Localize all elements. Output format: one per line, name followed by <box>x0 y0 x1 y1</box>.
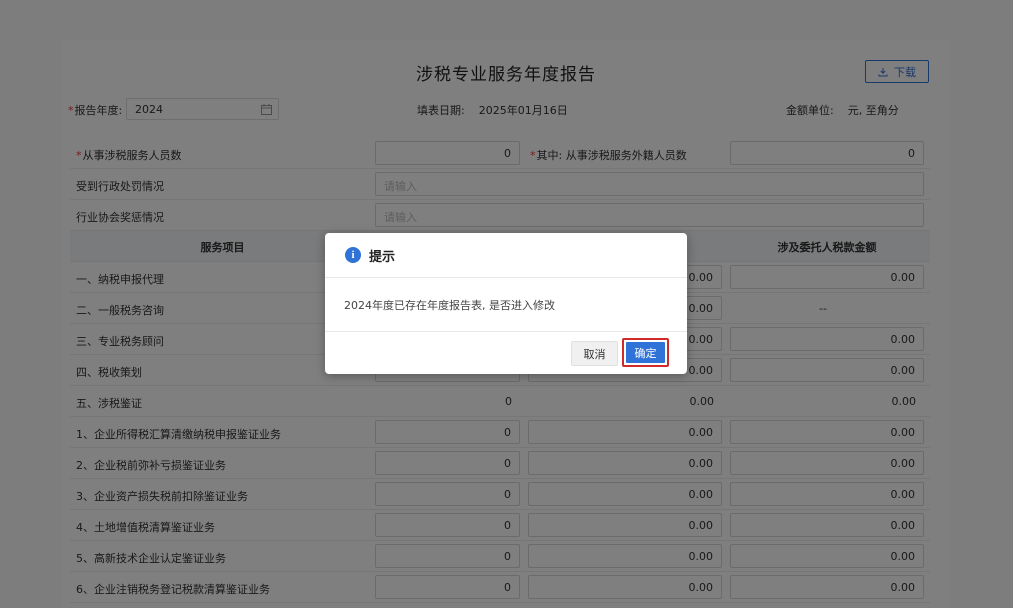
confirm-button-highlight[interactable]: 确定 <box>622 338 669 367</box>
dialog-title: 提示 <box>369 249 396 265</box>
info-icon: i <box>345 247 361 263</box>
dialog-footer: 取消 确定 <box>325 331 687 374</box>
cancel-button[interactable]: 取消 <box>571 341 618 366</box>
dialog-message: 2024年度已存在年度报告表, 是否进入修改 <box>344 299 555 312</box>
prompt-dialog: i 提示 2024年度已存在年度报告表, 是否进入修改 取消 确定 <box>325 233 687 374</box>
confirm-button[interactable]: 确定 <box>626 342 665 363</box>
dialog-header: i 提示 <box>325 233 687 278</box>
